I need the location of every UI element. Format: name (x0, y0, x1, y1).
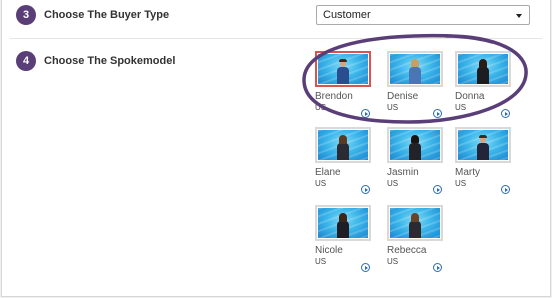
step-spokemodel: 4 Choose The Spokemodel (16, 51, 175, 71)
play-icon[interactable] (433, 185, 442, 194)
model-card-jasmin[interactable]: Jasmin US (387, 127, 457, 194)
play-icon[interactable] (501, 109, 510, 118)
model-card-elane[interactable]: Elane US (315, 127, 385, 194)
model-country: US (315, 103, 327, 112)
step-number-badge: 4 (16, 51, 36, 71)
model-name: Elane (315, 167, 341, 178)
play-icon[interactable] (501, 185, 510, 194)
person-image (477, 134, 489, 160)
model-thumbnail[interactable] (455, 127, 511, 163)
play-icon[interactable] (361, 185, 370, 194)
buyer-type-select[interactable]: Customer (316, 5, 530, 25)
model-thumbnail[interactable] (315, 127, 371, 163)
model-thumbnail[interactable] (315, 205, 371, 241)
person-image (337, 58, 349, 84)
model-card-rebecca[interactable]: Rebecca US (387, 205, 457, 272)
wizard-panel: 3 Choose The Buyer Type Customer 4 Choos… (1, 0, 551, 297)
model-country: US (315, 179, 327, 188)
model-name: Rebecca (387, 245, 427, 256)
person-image (409, 134, 421, 160)
model-thumbnail[interactable] (455, 51, 511, 87)
person-image (409, 212, 421, 238)
model-thumbnail[interactable] (315, 51, 371, 87)
person-image (337, 134, 349, 160)
model-name: Brendon (315, 91, 353, 102)
play-icon[interactable] (361, 109, 370, 118)
play-icon[interactable] (433, 263, 442, 272)
play-icon[interactable] (433, 109, 442, 118)
section-divider (10, 38, 542, 39)
step-buyer-type: 3 Choose The Buyer Type (16, 5, 169, 25)
step-label: Choose The Spokemodel (44, 55, 176, 67)
model-thumbnail[interactable] (387, 51, 443, 87)
model-country: US (387, 179, 399, 188)
person-image (477, 58, 489, 84)
model-country: US (387, 257, 399, 266)
model-card-brendon[interactable]: Brendon US (315, 51, 385, 118)
model-name: Nicole (315, 245, 343, 256)
model-country: US (387, 103, 399, 112)
model-name: Marty (455, 167, 480, 178)
person-image (337, 212, 349, 238)
model-card-denise[interactable]: Denise US (387, 51, 457, 118)
model-country: US (315, 257, 327, 266)
model-thumbnail[interactable] (387, 127, 443, 163)
buyer-type-value: Customer (323, 9, 371, 21)
step-number-badge: 3 (16, 5, 36, 25)
model-country: US (455, 179, 467, 188)
person-image (409, 58, 421, 84)
model-name: Denise (387, 91, 419, 102)
play-icon[interactable] (361, 263, 370, 272)
model-thumbnail[interactable] (387, 205, 443, 241)
model-card-marty[interactable]: Marty US (455, 127, 525, 194)
model-country: US (455, 103, 467, 112)
step-label: Choose The Buyer Type (44, 9, 170, 21)
model-card-donna[interactable]: Donna US (455, 51, 525, 118)
model-name: Jasmin (387, 167, 419, 178)
chevron-down-icon (516, 14, 522, 18)
model-card-nicole[interactable]: Nicole US (315, 205, 385, 272)
model-name: Donna (455, 91, 485, 102)
